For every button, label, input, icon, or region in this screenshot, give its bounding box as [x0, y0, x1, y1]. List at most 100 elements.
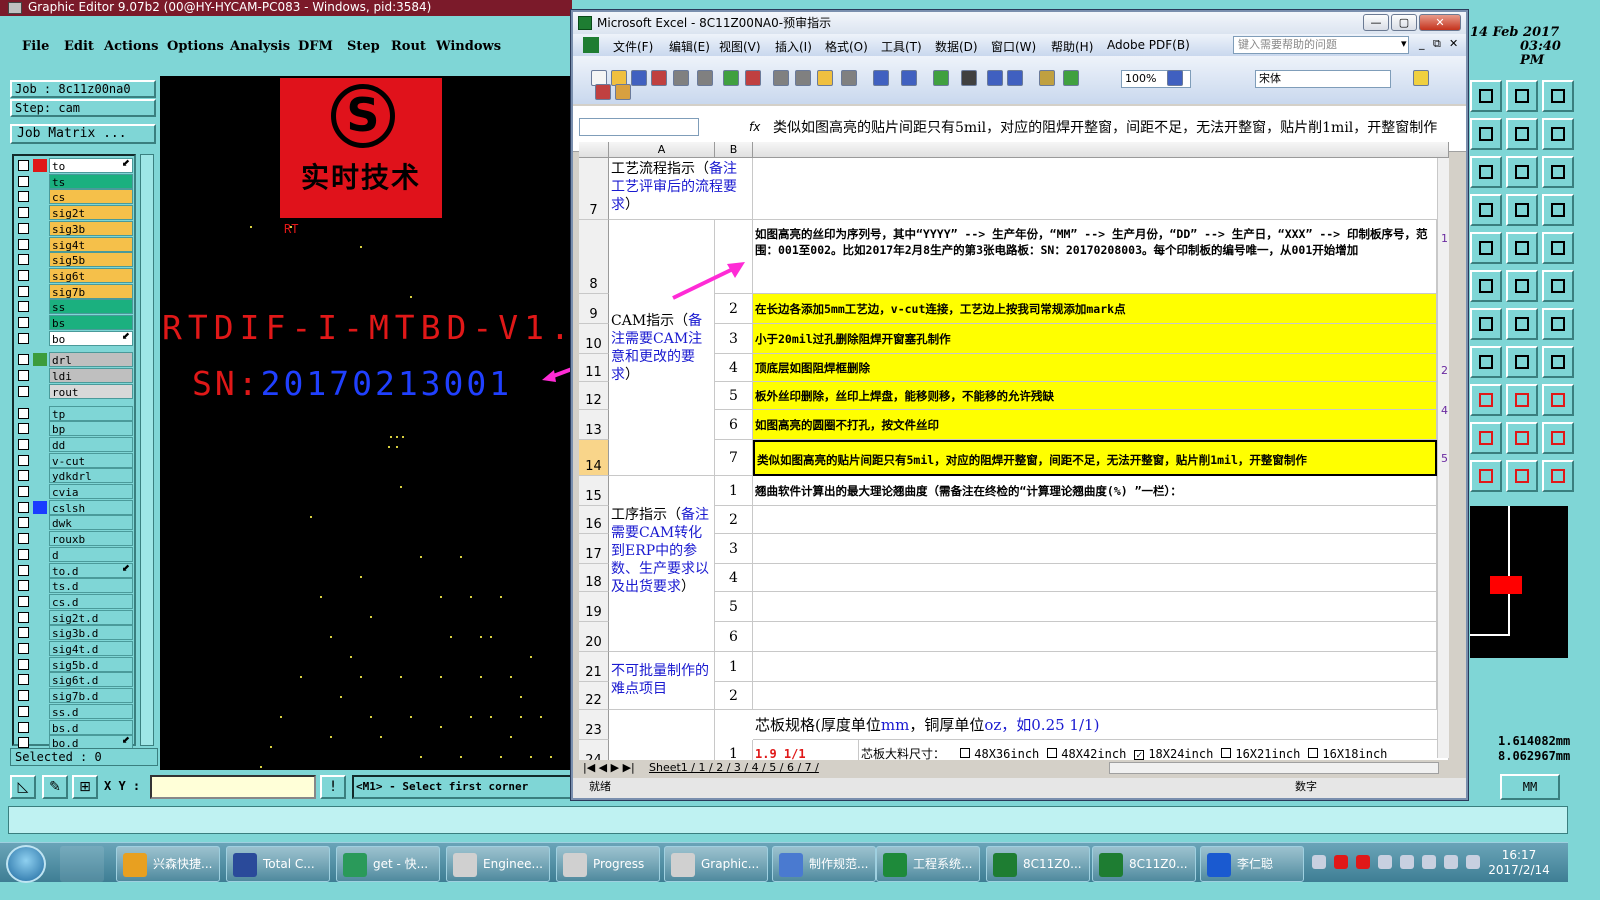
layer-checkbox[interactable] — [18, 238, 29, 250]
layer-row[interactable]: ss.d — [14, 703, 134, 719]
layer-name[interactable]: bs.d — [49, 719, 133, 735]
tool-icon[interactable] — [1506, 422, 1538, 454]
layer-row[interactable]: to.d ⬋ — [14, 562, 134, 578]
work-item-text[interactable] — [753, 534, 1437, 564]
tray-icon[interactable] — [1422, 855, 1436, 869]
cam-item-text[interactable]: 在长边各添加5mm工艺边，v-cut连接，工艺边上按我司常规添加mark点 — [753, 294, 1437, 324]
checkbox-icon[interactable]: ✓ — [1134, 750, 1145, 760]
layer-row[interactable]: bo ⬋ — [14, 330, 134, 346]
pdf-settings-icon[interactable] — [615, 84, 631, 100]
fill-color-icon[interactable] — [1413, 70, 1429, 86]
core-value-cell[interactable]: 1.9 1/1 — [753, 740, 859, 760]
layer-checkbox[interactable] — [18, 191, 29, 203]
layer-name[interactable]: sig7b — [49, 283, 133, 299]
sort-desc-icon[interactable] — [1007, 70, 1023, 86]
layer-name[interactable]: rouxb — [49, 531, 133, 547]
row24-number[interactable]: 1 — [715, 740, 753, 760]
work-item-number[interactable]: 5 — [715, 592, 753, 622]
horizontal-scrollbar[interactable] — [1109, 762, 1439, 774]
layer-row[interactable]: rouxb — [14, 531, 134, 547]
column-header-a[interactable]: A — [609, 142, 715, 158]
xy-input[interactable] — [150, 775, 316, 799]
core-size-option[interactable]: 48X42inch — [1047, 747, 1126, 760]
layer-checkbox[interactable] — [18, 385, 29, 397]
layer-row[interactable]: dd — [14, 436, 134, 452]
taskbar-item[interactable]: Enginee... — [446, 846, 550, 882]
layer-checkbox[interactable] — [18, 517, 29, 529]
doc-minimize-icon[interactable]: _ — [1419, 37, 1425, 50]
excel-menu-item[interactable]: 视图(V) — [719, 38, 761, 55]
row-header[interactable]: 17 — [579, 534, 609, 564]
help-dropdown-icon[interactable]: ▾ — [1401, 37, 1407, 50]
tool-icon[interactable] — [1470, 422, 1502, 454]
layer-row[interactable]: sig2t — [14, 205, 134, 221]
row-header[interactable]: 23 — [579, 710, 609, 740]
print-icon[interactable] — [673, 70, 689, 86]
cam-item-text[interactable]: 如图高亮的圆圈不打孔，按文件丝印 — [753, 410, 1437, 440]
checkbox-icon[interactable] — [1221, 748, 1232, 758]
drawing-icon[interactable] — [1063, 70, 1079, 86]
menu-step[interactable]: Step — [347, 39, 380, 54]
tool-icon[interactable] — [1506, 156, 1538, 188]
hard-section-label[interactable]: 不可批量制作的难点项目 — [609, 652, 715, 710]
cam-item-number[interactable] — [715, 220, 753, 294]
undo-icon[interactable] — [873, 70, 889, 86]
layer-name[interactable]: cs.d — [49, 593, 133, 609]
layer-name[interactable]: sig3b — [49, 220, 133, 236]
layer-checkbox[interactable] — [18, 627, 29, 639]
tray-icon[interactable] — [1378, 855, 1392, 869]
tool-icon[interactable] — [1506, 384, 1538, 416]
layer-row[interactable]: ts.d — [14, 578, 134, 594]
layer-checkbox[interactable] — [18, 548, 29, 560]
worksheet-grid[interactable]: A B 工艺流程指示（备注工艺评审后的流程要求） CAM指示（备注需要CAM注意… — [579, 142, 1449, 760]
job-matrix-button[interactable]: Job Matrix ... — [10, 124, 156, 144]
layer-row[interactable]: ldi — [14, 368, 134, 384]
row-header[interactable]: 14 — [579, 440, 609, 476]
layer-name[interactable]: to — [49, 158, 133, 173]
excel-menu-item[interactable]: 编辑(E) — [669, 38, 710, 55]
tool-icon[interactable] — [1470, 308, 1502, 340]
layer-name[interactable]: sig2t.d — [49, 609, 133, 625]
layer-checkbox[interactable] — [18, 423, 29, 435]
layer-name[interactable]: ss — [49, 299, 133, 315]
maximize-button[interactable]: ▢ — [1391, 14, 1417, 31]
process-section-label[interactable]: 工艺流程指示（备注工艺评审后的流程要求） — [609, 158, 753, 220]
layer-checkbox[interactable] — [18, 674, 29, 686]
layer-checkbox[interactable] — [18, 721, 29, 733]
doc-restore-icon[interactable]: ⧉ — [1433, 37, 1441, 51]
row-header[interactable]: 22 — [579, 682, 609, 710]
tool-icon[interactable] — [1470, 232, 1502, 264]
row-header[interactable]: 15 — [579, 476, 609, 506]
core-size-option[interactable]: ✓ 18X24inch — [1134, 747, 1213, 760]
hard-item-number[interactable]: 1 — [715, 652, 753, 682]
layer-checkbox[interactable] — [18, 533, 29, 545]
tool-icon[interactable] — [1470, 156, 1502, 188]
excel-menu-item[interactable]: 窗口(W) — [991, 38, 1036, 55]
sort-asc-icon[interactable] — [987, 70, 1003, 86]
layer-checkbox[interactable] — [18, 332, 29, 344]
sheet-nav-icons[interactable]: |◀ ◀ ▶ ▶| — [583, 760, 635, 775]
layer-row[interactable]: sig2t.d — [14, 609, 134, 625]
tray-clock[interactable]: 16:17 2017/2/14 — [1484, 848, 1554, 878]
menu-edit[interactable]: Edit — [64, 39, 94, 54]
tool-icon[interactable] — [1470, 346, 1502, 378]
hard-item-number[interactable]: 2 — [715, 682, 753, 710]
tray-icon[interactable] — [1334, 855, 1348, 869]
cam-item-text[interactable]: 顶底层如图阻焊框删除 — [753, 354, 1437, 382]
mini-view[interactable] — [1470, 506, 1568, 658]
row-header[interactable]: 7 — [579, 158, 609, 220]
redo-icon[interactable] — [901, 70, 917, 86]
layer-name[interactable]: cvia — [49, 484, 133, 499]
pinned-calculator-icon[interactable] — [60, 846, 104, 882]
tool-icon[interactable] — [1506, 308, 1538, 340]
layer-name[interactable]: rout — [49, 383, 133, 399]
work-item-text[interactable]: 翘曲软件计算出的最大理论翘曲度（需备注在终检的“计算理论翘曲度(%) ”一栏）： — [753, 476, 1437, 506]
layer-row[interactable]: sig7b — [14, 283, 134, 299]
tool-icon[interactable] — [1506, 232, 1538, 264]
autosum-icon[interactable] — [961, 70, 977, 86]
layer-row[interactable]: drl — [14, 352, 134, 368]
layer-checkbox[interactable] — [18, 580, 29, 592]
research-icon[interactable] — [745, 70, 761, 86]
row-header[interactable]: 16 — [579, 506, 609, 534]
graphic-editor-titlebar[interactable]: Graphic Editor 9.07b2 (00@HY-HYCAM-PC083… — [0, 0, 572, 16]
